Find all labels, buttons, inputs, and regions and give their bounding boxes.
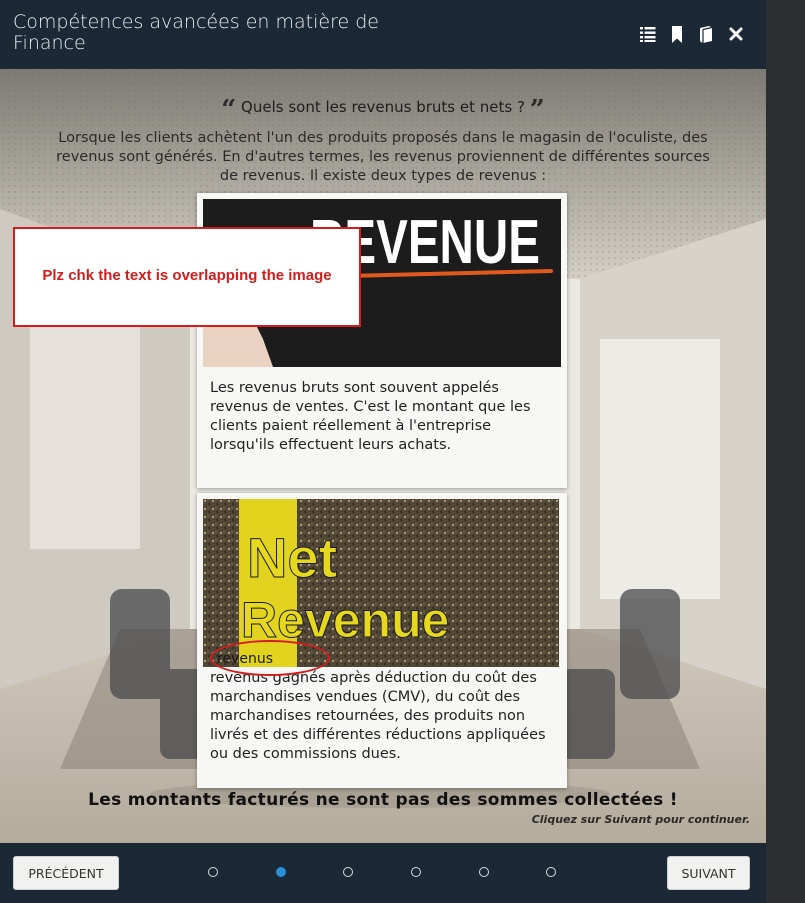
overlap-highlight-circle — [210, 640, 330, 676]
next-button[interactable]: SUIVANT — [667, 856, 750, 890]
annotation-text: Plz chk the text is overlapping the imag… — [42, 267, 332, 284]
header-bar: Compétences avancées en matière de Finan… — [0, 0, 766, 69]
continue-hint: Cliquez sur Suivant pour continuer. — [531, 813, 750, 826]
course-title: Compétences avancées en matière de Finan… — [13, 11, 379, 54]
net-revenue-text: revenus gagnés après déduction du coût d… — [210, 670, 546, 762]
close-icon[interactable] — [726, 24, 748, 46]
page-dot-2[interactable] — [276, 867, 286, 877]
page-dot-1[interactable] — [208, 867, 218, 877]
bookmark-icon[interactable] — [667, 24, 689, 46]
intro-paragraph: Lorsque les clients achètent l'un des pr… — [56, 130, 710, 184]
gross-revenue-text: Les revenus bruts sont souvent appelés r… — [210, 380, 531, 453]
page-dot-4[interactable] — [411, 867, 421, 877]
side-strip — [766, 0, 805, 903]
close-quote-icon: ” — [529, 95, 545, 125]
book-icon[interactable] — [696, 24, 718, 46]
page-dot-5[interactable] — [479, 867, 489, 877]
open-quote-icon: “ — [221, 95, 237, 125]
key-statement: Les montants facturés ne sont pas des so… — [88, 790, 678, 810]
previous-button[interactable]: PRÉCÉDENT — [13, 856, 119, 890]
page-dot-6[interactable] — [546, 867, 556, 877]
app-window: Compétences avancées en matière de Finan… — [0, 0, 766, 903]
question-heading: “ Quels sont les revenus bruts et nets ?… — [221, 95, 545, 125]
page-dot-3[interactable] — [343, 867, 353, 877]
review-annotation: Plz chk the text is overlapping the imag… — [13, 227, 361, 327]
list-icon[interactable] — [638, 24, 660, 46]
net-word-text: Net — [247, 526, 337, 589]
navigation-bar: PRÉCÉDENT SUIVANT — [0, 843, 766, 903]
